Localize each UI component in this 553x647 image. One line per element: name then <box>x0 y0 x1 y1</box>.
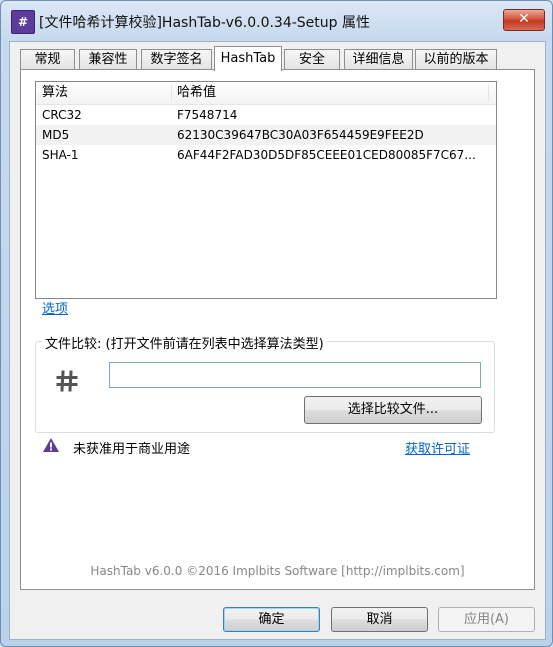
algorithm-cell: CRC32 <box>42 108 82 122</box>
get-license-link[interactable]: 获取许可证 <box>405 438 470 457</box>
column-header-algorithm[interactable]: 算法 <box>42 82 68 104</box>
tab-compatibility[interactable]: 兼容性 <box>79 49 137 69</box>
file-compare-label: 文件比较: (打开文件前请在列表中选择算法类型) <box>42 333 327 352</box>
title-bar[interactable]: # [文件哈希计算校验]HashTab-v6.0.0.34-Setup 属性 ✕ <box>1 1 552 41</box>
hash-value-cell: F7548714 <box>177 108 238 122</box>
tab-digital-signatures[interactable]: 数字签名 <box>141 49 212 69</box>
column-header-hash-value[interactable]: 哈希值 <box>177 82 216 104</box>
hash-row-crc32[interactable]: CRC32 F7548714 <box>36 105 496 125</box>
close-button[interactable]: ✕ <box>503 9 545 31</box>
hash-icon <box>56 370 78 392</box>
hash-value-cell: 62130C39647BC30A03F654459E9FEE2D <box>177 128 424 142</box>
commercial-use-warning: 未获准用于商业用途 <box>73 442 191 457</box>
window-title: [文件哈希计算校验]HashTab-v6.0.0.34-Setup 属性 <box>39 15 370 31</box>
compare-hash-input[interactable] <box>109 362 481 388</box>
algorithm-cell: SHA-1 <box>42 148 79 162</box>
hash-value-cell: 6AF44F2FAD30D5DF85CEEE01CED80085F7C67... <box>177 148 476 162</box>
column-separator[interactable] <box>171 84 172 102</box>
hashtab-app-icon: # <box>11 10 35 34</box>
ok-button[interactable]: 确定 <box>223 607 320 632</box>
tab-security[interactable]: 安全 <box>284 49 340 69</box>
algorithm-cell: MD5 <box>42 128 70 142</box>
hash-row-sha1[interactable]: SHA-1 6AF44F2FAD30D5DF85CEEE01CED80085F7… <box>36 145 496 165</box>
select-compare-file-button[interactable]: 选择比较文件... <box>304 396 482 424</box>
hashtab-panel: 算法 哈希值 CRC32 F7548714 MD5 62130C39647BC3… <box>20 69 535 590</box>
properties-window: # [文件哈希计算校验]HashTab-v6.0.0.34-Setup 属性 ✕… <box>0 0 553 647</box>
tab-details[interactable]: 详细信息 <box>344 49 413 69</box>
hash-list[interactable]: 算法 哈希值 CRC32 F7548714 MD5 62130C39647BC3… <box>35 81 497 299</box>
options-link[interactable]: 选项 <box>42 298 68 317</box>
hash-list-header: 算法 哈希值 <box>36 82 496 105</box>
cancel-button[interactable]: 取消 <box>331 607 428 632</box>
column-separator[interactable] <box>488 84 489 102</box>
file-compare-group: 文件比较: (打开文件前请在列表中选择算法类型) 选择比较文件... <box>35 333 495 433</box>
tab-general[interactable]: 常规 <box>20 49 75 69</box>
tab-previous-versions[interactable]: 以前的版本 <box>415 49 497 69</box>
tab-hashtab[interactable]: HashTab <box>214 46 282 71</box>
warning-icon <box>43 438 59 452</box>
copyright-footer: HashTab v6.0.0 ©2016 Implbits Software [… <box>90 564 465 578</box>
hash-row-md5[interactable]: MD5 62130C39647BC30A03F654459E9FEE2D <box>36 125 496 145</box>
apply-button: 应用(A) <box>438 607 535 632</box>
dialog-client-area: 常规 兼容性 数字签名 HashTab 安全 详细信息 以前的版本 算法 哈希值… <box>9 41 546 640</box>
